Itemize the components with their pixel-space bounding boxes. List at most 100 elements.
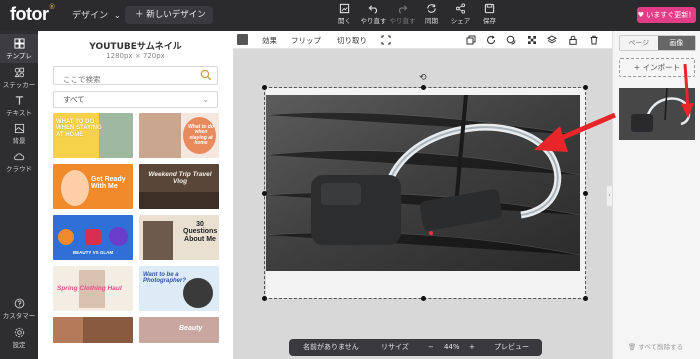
shadow-icon[interactable] [506, 35, 516, 45]
delete-all-button[interactable]: 🗑 すべて削除する [628, 341, 683, 351]
resize-handle-bottom-left[interactable] [262, 296, 267, 301]
resize-handle-left[interactable] [262, 191, 267, 196]
left-rail: テンプレ ステッカー テキスト 背景 クラウド カスタマー 設定 [0, 31, 38, 359]
collapse-panel-icon[interactable]: › [606, 185, 613, 207]
resize-handle-right[interactable] [583, 191, 588, 196]
resize-handle-top[interactable] [421, 85, 426, 90]
template-thumb[interactable]: Want to be a Photographer? [139, 266, 219, 311]
template-thumb[interactable]: Weekend Trip Travel Vlog [139, 164, 219, 209]
lock-icon[interactable] [568, 35, 578, 45]
help-icon [14, 298, 24, 309]
design-menu[interactable]: デザイン ⌄ [72, 8, 121, 21]
search-icon[interactable] [200, 69, 212, 81]
rail-label: クラウド [6, 165, 32, 173]
tab-image[interactable]: 画像 [657, 36, 695, 50]
heart-icon: ♥ [637, 11, 647, 19]
rail-item-help[interactable]: カスタマー [0, 298, 38, 320]
template-thumb-text: 30 Questions About Me [183, 221, 218, 243]
rotate-icon[interactable] [486, 35, 496, 45]
rail-item-background[interactable]: 背景 [0, 123, 38, 145]
template-thumb[interactable]: BEAUTY VS GLAM [53, 215, 133, 260]
redo-label: やり直す [389, 17, 416, 25]
template-thumb[interactable]: 30 Questions About Me [139, 215, 219, 260]
crop-button[interactable]: 切り取り [337, 35, 367, 46]
share-button[interactable]: シェア [446, 3, 475, 25]
image-toolbar: 効果 フリップ 切り取り [233, 31, 612, 49]
category-select[interactable]: すべて ⌄ [53, 91, 218, 108]
template-thumb-text: What to do when staying at home [188, 124, 214, 146]
trash-icon[interactable] [589, 35, 599, 45]
template-thumb-text: Weekend Trip Travel Vlog [148, 171, 212, 185]
template-thumb[interactable]: What to do when staying at home [139, 113, 219, 158]
flip-button[interactable]: フリップ [291, 35, 321, 46]
redo-icon [398, 5, 408, 14]
copy-icon[interactable] [466, 35, 476, 45]
open-label: 開く [338, 17, 351, 25]
template-thumb[interactable] [53, 317, 133, 343]
fotor-logo[interactable]: fotor® [10, 4, 55, 25]
save-button[interactable]: 保存 [475, 3, 504, 25]
template-thumb-text: Want to be a Photographer? [143, 272, 186, 285]
arrow-down-head [681, 103, 694, 118]
sticker-icon [14, 67, 24, 78]
open-icon [339, 3, 350, 14]
preview-button[interactable]: プレビュー [494, 339, 529, 356]
rotate-handle-icon[interactable]: ⟲ [419, 73, 427, 83]
resize-handle-bottom-right[interactable] [583, 296, 588, 301]
panel-subtitle: 1280px × 720px [106, 52, 165, 60]
redo-button[interactable]: やり直す [388, 3, 417, 25]
arrow-down-line [683, 63, 690, 109]
template-thumb[interactable]: Spring Clothing Haul [53, 266, 133, 311]
share-label: シェア [450, 17, 471, 25]
arrow-left-head [534, 126, 568, 152]
undo-button[interactable]: やり直す [359, 3, 388, 25]
undo-icon [368, 5, 378, 14]
template-thumb[interactable]: Get Ready With Me [53, 164, 133, 209]
share-icon [455, 3, 466, 14]
template-thumb-text: Spring Clothing Haul [57, 285, 122, 292]
rail-item-template[interactable]: テンプレ [0, 34, 38, 63]
text-icon [15, 96, 23, 105]
save-icon [484, 3, 495, 14]
rail-item-sticker[interactable]: ステッカー [0, 67, 38, 89]
zoom-in-button[interactable]: + [469, 339, 475, 356]
template-thumb[interactable]: Beauty [139, 317, 219, 343]
rail-label: テキスト [6, 109, 32, 117]
template-thumb-text: WHAT TO DO WHEN STAYING AT HOME [56, 119, 102, 138]
rail-item-settings[interactable]: 設定 [0, 327, 38, 349]
effects-button[interactable]: 効果 [262, 35, 277, 46]
open-button[interactable]: 開く [330, 3, 359, 25]
trash-icon: 🗑 [628, 343, 639, 351]
sync-label: 同期 [425, 17, 438, 25]
rail-item-text[interactable]: テキスト [0, 95, 38, 117]
document-name[interactable]: 名前がありません [303, 339, 359, 356]
template-panel: YOUTUBEサムネイル 1280px × 720px すべて⌄ WHAT TO… [38, 31, 233, 359]
layers-icon[interactable] [547, 35, 557, 45]
template-thumb-text: Get Ready With Me [91, 176, 126, 191]
save-label: 保存 [483, 17, 496, 25]
fit-icon[interactable] [381, 35, 391, 45]
rail-label: カスタマー [2, 312, 36, 320]
upgrade-button[interactable]: ♥ いますぐ更新！ [637, 7, 696, 23]
rail-label: ステッカー [2, 81, 36, 89]
transparency-icon[interactable] [527, 35, 537, 45]
chevron-down-icon: ⌄ [114, 11, 121, 20]
settings-icon [14, 327, 24, 338]
sync-button[interactable]: 同期 [417, 3, 446, 25]
zoom-out-button[interactable]: − [428, 339, 434, 356]
new-design-button[interactable]: ＋ 新しいデザイン [125, 6, 213, 24]
search-input[interactable] [54, 71, 194, 88]
resize-button[interactable]: リサイズ [381, 339, 409, 356]
selected-image-thumbnail [237, 34, 248, 45]
undo-label: やり直す [360, 17, 387, 25]
background-icon [14, 123, 24, 134]
template-thumb[interactable]: WHAT TO DO WHEN STAYING AT HOME [53, 113, 133, 158]
panel-title: YOUTUBEサムネイル [89, 42, 182, 52]
template-thumb-text: Beauty [179, 325, 203, 332]
resize-handle-bottom[interactable] [421, 296, 426, 301]
sync-icon [427, 4, 436, 13]
rail-item-cloud[interactable]: クラウド [0, 151, 38, 173]
search-box [53, 66, 218, 88]
tab-page[interactable]: ページ [620, 36, 658, 50]
resize-handle-top-left[interactable] [262, 85, 267, 90]
